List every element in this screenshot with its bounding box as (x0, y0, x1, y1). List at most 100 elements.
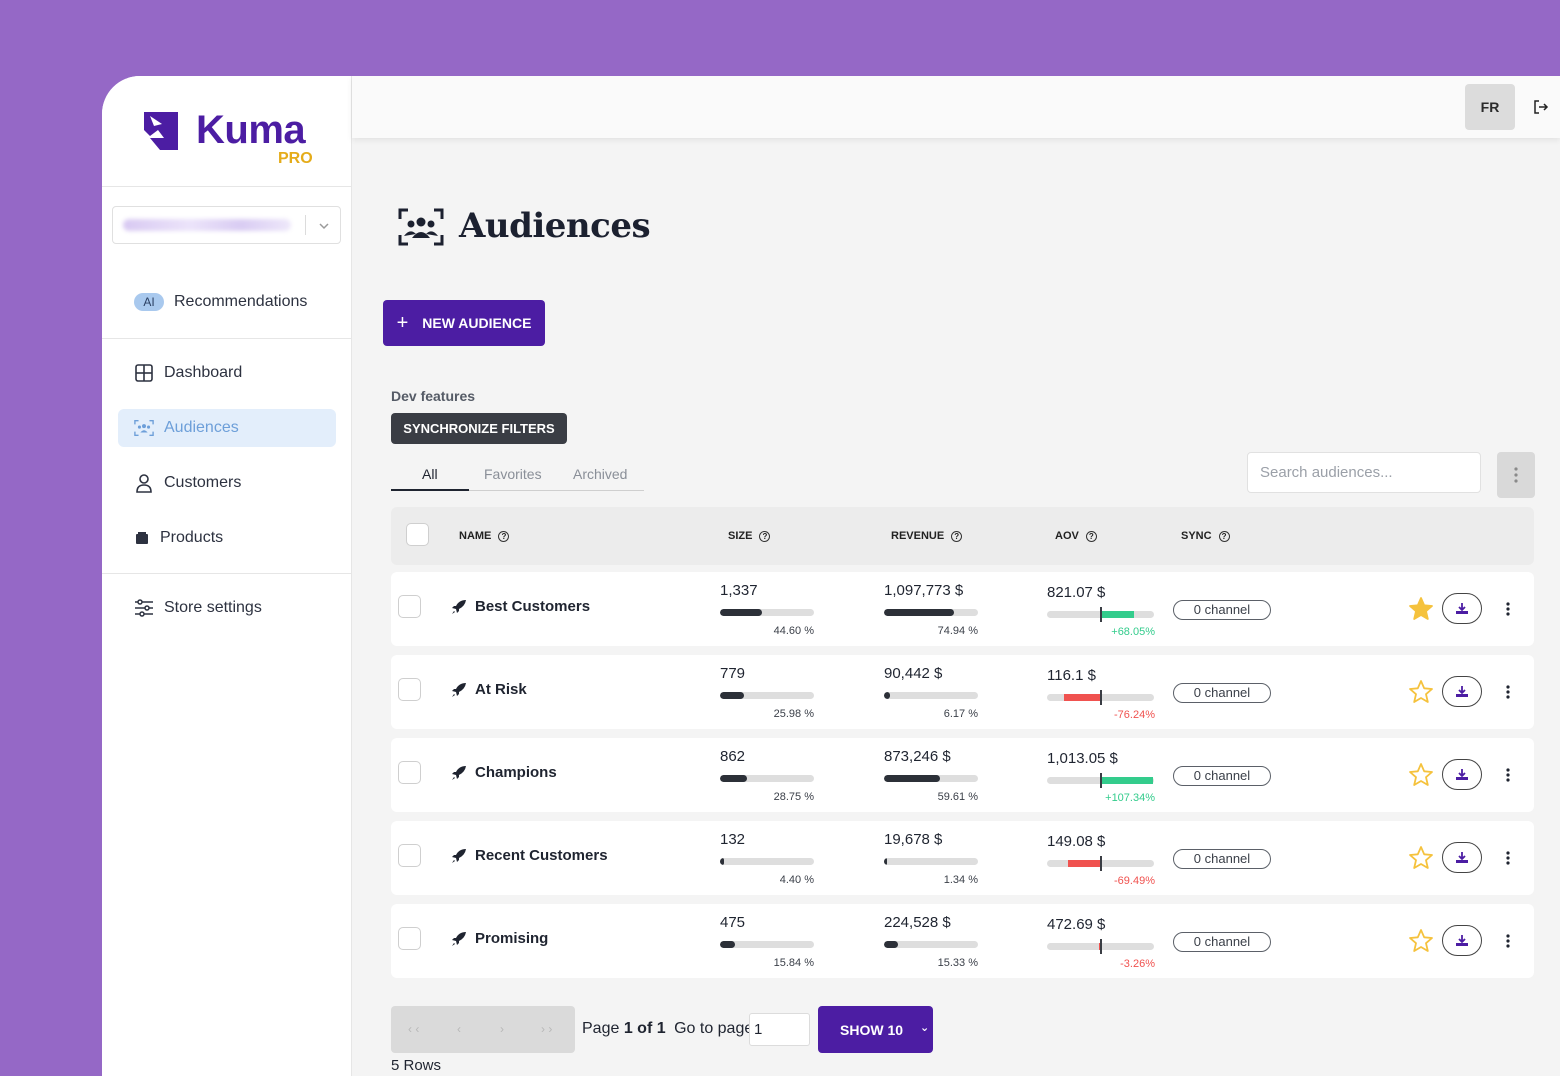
size-cell: 475 15.84 % (720, 914, 814, 974)
sidebar-item-products[interactable]: Products (118, 519, 336, 557)
tab-favorites[interactable]: Favorites (484, 466, 542, 482)
more-options-button[interactable] (1497, 452, 1535, 498)
help-icon[interactable]: ? (498, 530, 510, 542)
rows-count: 5 Rows (391, 1057, 442, 1074)
table-row[interactable]: At Risk 779 25.98 % 90,442 $ 6.17 % 116.… (391, 655, 1534, 729)
revenue-percent: 59.61 % (937, 791, 978, 803)
favorite-star-icon[interactable] (1408, 928, 1434, 954)
column-header-sync[interactable]: SYNC? (1181, 530, 1230, 542)
brand-logo[interactable]: Kuma PRO (138, 108, 318, 170)
sidebar-item-recommendations[interactable]: AI Recommendations (118, 283, 336, 321)
audience-name-link[interactable]: Best Customers (451, 598, 590, 615)
aov-baseline-marker (1100, 773, 1102, 788)
audience-name: Promising (475, 930, 549, 947)
aov-bar (1047, 856, 1154, 871)
aov-delta: -69.49% (1114, 875, 1155, 887)
ai-badge: AI (134, 293, 164, 311)
size-bar (720, 775, 814, 782)
revenue-bar-fill (884, 609, 955, 616)
help-icon[interactable]: ? (759, 530, 771, 542)
account-value-blurred (123, 219, 291, 231)
help-icon[interactable]: ? (1218, 530, 1230, 542)
row-checkbox[interactable] (398, 844, 421, 867)
select-all-checkbox[interactable] (406, 523, 429, 546)
row-checkbox[interactable] (398, 761, 421, 784)
sync-channel-badge[interactable]: 0 channel (1173, 849, 1271, 869)
revenue-cell: 1,097,773 $ 74.94 % (884, 582, 978, 642)
page-size-select[interactable]: SHOW 10 ⌄ (818, 1006, 933, 1053)
sync-channel-badge[interactable]: 0 channel (1173, 766, 1271, 786)
size-percent: 15.84 % (773, 957, 814, 969)
aov-value: 472.69 $ (1047, 916, 1106, 933)
prev-page-button[interactable]: ‹ (457, 1022, 461, 1036)
download-icon (1456, 934, 1468, 946)
new-audience-button[interactable]: + NEW AUDIENCE (383, 300, 545, 346)
search-input[interactable] (1247, 452, 1481, 493)
goto-page-input[interactable] (749, 1013, 810, 1046)
sync-channel-badge[interactable]: 0 channel (1173, 600, 1271, 620)
sidebar-item-label: Store settings (164, 599, 262, 616)
column-header-name[interactable]: NAME? (459, 530, 510, 542)
column-header-size[interactable]: SIZE? (728, 530, 771, 542)
row-menu-button[interactable] (1500, 764, 1516, 786)
size-value: 1,337 (720, 582, 758, 599)
kebab-icon (1506, 602, 1510, 616)
logout-icon[interactable] (1532, 98, 1550, 116)
synchronize-filters-button[interactable]: SYNCHRONIZE FILTERS (391, 413, 567, 444)
row-menu-button[interactable] (1500, 681, 1516, 703)
revenue-cell: 90,442 $ 6.17 % (884, 665, 978, 725)
audience-name-link[interactable]: Recent Customers (451, 847, 608, 864)
aov-value: 1,013.05 $ (1047, 750, 1118, 767)
row-checkbox[interactable] (398, 678, 421, 701)
help-icon[interactable]: ? (1085, 530, 1097, 542)
tab-archived[interactable]: Archived (573, 466, 627, 482)
sidebar-item-customers[interactable]: Customers (118, 464, 336, 502)
account-select[interactable] (112, 206, 341, 244)
column-header-revenue[interactable]: REVENUE? (891, 530, 963, 542)
favorite-star-icon[interactable] (1408, 762, 1434, 788)
tab-all[interactable]: All (422, 466, 438, 482)
download-button[interactable] (1442, 593, 1482, 624)
table-row[interactable]: Recent Customers 132 4.40 % 19,678 $ 1.3… (391, 821, 1534, 895)
audience-name-link[interactable]: Champions (451, 764, 557, 781)
first-page-button[interactable]: ‹ ‹ (408, 1022, 419, 1036)
aov-delta: +68.05% (1111, 626, 1155, 638)
audience-name-link[interactable]: At Risk (451, 681, 527, 698)
help-icon[interactable]: ? (951, 530, 963, 542)
sync-channel-badge[interactable]: 0 channel (1173, 683, 1271, 703)
last-page-button[interactable]: › › (541, 1022, 552, 1036)
sidebar-item-store-settings[interactable]: Store settings (118, 589, 336, 627)
row-checkbox[interactable] (398, 595, 421, 618)
dev-features-label: Dev features (391, 388, 476, 404)
favorite-star-icon[interactable] (1408, 845, 1434, 871)
language-button[interactable]: FR (1465, 84, 1515, 130)
favorite-star-icon[interactable] (1408, 679, 1434, 705)
audience-name-link[interactable]: Promising (451, 930, 548, 947)
table-row[interactable]: Promising 475 15.84 % 224,528 $ 15.33 % … (391, 904, 1534, 978)
aov-bar (1047, 939, 1154, 954)
table-row[interactable]: Champions 862 28.75 % 873,246 $ 59.61 % … (391, 738, 1534, 812)
next-page-button[interactable]: › (500, 1022, 504, 1036)
download-button[interactable] (1442, 925, 1482, 956)
row-menu-button[interactable] (1500, 847, 1516, 869)
download-button[interactable] (1442, 759, 1482, 790)
aov-value: 821.07 $ (1047, 584, 1106, 601)
page-size-label: SHOW 10 (840, 1022, 904, 1038)
favorite-star-icon[interactable] (1408, 596, 1434, 622)
table-row[interactable]: Best Customers 1,337 44.60 % 1,097,773 $… (391, 572, 1534, 646)
table-header: NAME? SIZE? REVENUE? AOV? SYNC? (391, 507, 1534, 565)
download-button[interactable] (1442, 676, 1482, 707)
row-menu-button[interactable] (1500, 598, 1516, 620)
size-bar (720, 692, 814, 699)
size-value: 862 (720, 748, 746, 765)
column-header-aov[interactable]: AOV? (1055, 530, 1097, 542)
row-menu-button[interactable] (1500, 930, 1516, 952)
revenue-bar-fill (884, 775, 941, 782)
sync-channel-badge[interactable]: 0 channel (1173, 932, 1271, 952)
sidebar-item-dashboard[interactable]: Dashboard (118, 354, 336, 392)
revenue-bar-fill (884, 692, 890, 699)
divider (102, 338, 352, 339)
row-checkbox[interactable] (398, 927, 421, 950)
download-button[interactable] (1442, 842, 1482, 873)
sidebar-item-audiences[interactable]: Audiences (118, 409, 336, 447)
